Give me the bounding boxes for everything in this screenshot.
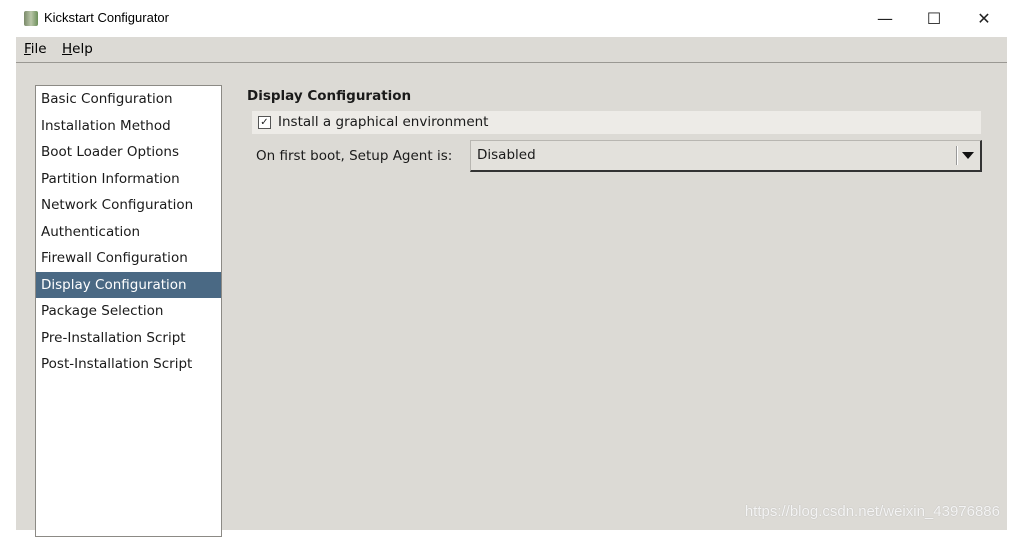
maximize-button[interactable]: ☐ [919,8,949,30]
dropdown-separator [956,146,958,165]
title-bar: Kickstart Configurator — ☐ ✕ [0,0,1010,37]
section-heading: Display Configuration [247,88,412,104]
setup-agent-label: On first boot, Setup Agent is: [256,148,453,164]
sidebar-item-authentication[interactable]: Authentication [36,219,221,246]
install-graphical-label[interactable]: Install a graphical environment [278,114,488,130]
sidebar-item-pre-installation-script[interactable]: Pre-Installation Script [36,325,221,352]
sidebar-item-boot-loader-options[interactable]: Boot Loader Options [36,139,221,166]
kickstart-app-icon [24,11,38,26]
sidebar-item-package-selection[interactable]: Package Selection [36,298,221,325]
sidebar-item-post-installation-script[interactable]: Post-Installation Script [36,351,221,378]
install-graphical-checkbox[interactable]: ✓ [258,116,271,129]
close-button[interactable]: ✕ [969,8,999,30]
sidebar-item-network-configuration[interactable]: Network Configuration [36,192,221,219]
install-graphical-checkbox-row[interactable]: ✓ Install a graphical environment [252,111,981,134]
main-window: File Help Basic Configuration Installati… [16,37,1007,537]
setup-agent-dropdown[interactable]: Disabled [470,140,982,172]
sidebar-item-display-configuration[interactable]: Display Configuration [36,271,221,298]
chevron-down-icon[interactable] [962,152,974,159]
sidebar-item-basic-configuration[interactable]: Basic Configuration [36,86,221,113]
menu-help[interactable]: Help [62,41,93,57]
watermark: https://blog.csdn.net/weixin_43976886 [744,503,1000,520]
sidebar-item-firewall-configuration[interactable]: Firewall Configuration [36,245,221,272]
sidebar-item-installation-method[interactable]: Installation Method [36,113,221,140]
minimize-button[interactable]: — [870,8,900,30]
section-list: Basic Configuration Installation Method … [35,85,222,537]
sidebar-item-partition-information[interactable]: Partition Information [36,166,221,193]
window-title: Kickstart Configurator [44,10,169,25]
setup-agent-value: Disabled [477,147,536,163]
menu-bar: File Help [16,37,1007,63]
menu-file[interactable]: File [24,41,47,57]
